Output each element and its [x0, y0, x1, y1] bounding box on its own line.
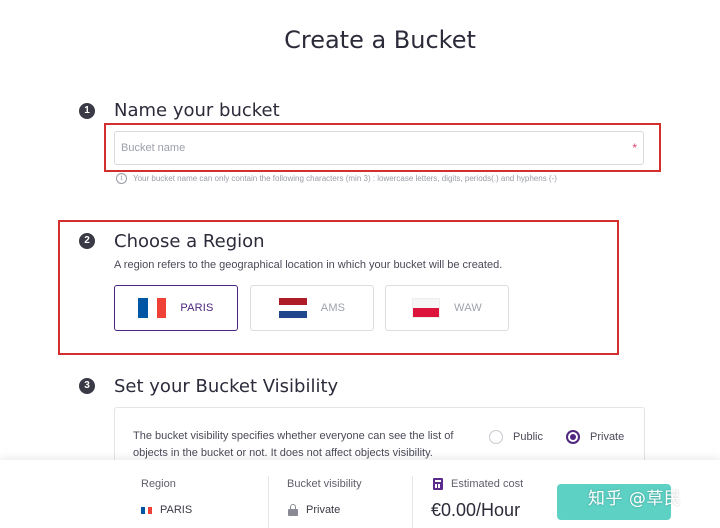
lock-icon [288, 504, 298, 516]
france-flag-icon [141, 506, 153, 514]
region-description: A region refers to the geographical loca… [114, 259, 503, 271]
region-option-waw[interactable]: WAW [385, 285, 509, 331]
summary-region-label: Region [141, 478, 176, 490]
private-radio[interactable] [566, 430, 580, 444]
visibility-option-public[interactable]: Public [489, 430, 543, 444]
summary-cost-label: Estimated cost [433, 478, 523, 490]
summary-visibility-value: Private [288, 504, 340, 516]
page-title: Create a Bucket [284, 26, 476, 54]
summary-region-text: PARIS [160, 504, 193, 516]
summary-cost-label-text: Estimated cost [451, 478, 524, 490]
france-flag-icon [138, 298, 167, 318]
summary-visibility-text: Private [306, 504, 341, 516]
netherlands-flag-icon [278, 298, 307, 318]
footer-divider [268, 476, 269, 528]
bucket-name-input[interactable] [115, 132, 643, 164]
region-option-label: AMS [320, 302, 346, 314]
info-icon: i [116, 173, 127, 184]
required-marker: * [632, 141, 637, 155]
footer-divider [412, 476, 413, 528]
visibility-description: The bucket visibility specifies whether … [133, 430, 454, 459]
step-1-title: Name your bucket [114, 100, 280, 121]
region-option-label: PARIS [180, 302, 214, 314]
summary-visibility-label: Bucket visibility [287, 478, 362, 490]
summary-region-value: PARIS [141, 504, 192, 516]
public-radio[interactable] [489, 430, 503, 444]
calculator-icon [433, 478, 443, 490]
bucket-name-hint: i Your bucket name can only contain the … [116, 173, 557, 184]
watermark-text: 知乎 @草民 [588, 489, 682, 509]
step-1-badge: 1 [79, 103, 95, 119]
step-3-title: Set your Bucket Visibility [114, 376, 339, 397]
region-option-paris[interactable]: PARIS [114, 285, 238, 331]
bucket-name-hint-text: Your bucket name can only contain the fo… [133, 174, 557, 183]
summary-cost-value: €0.00/Hour [431, 500, 521, 520]
public-radio-label: Public [513, 431, 543, 443]
region-option-ams[interactable]: AMS [250, 285, 374, 331]
visibility-option-private[interactable]: Private [566, 430, 624, 444]
visibility-panel: The bucket visibility specifies whether … [114, 407, 645, 467]
poland-flag-icon [412, 298, 441, 318]
step-3-badge: 3 [79, 378, 95, 394]
bucket-name-field[interactable]: * [114, 131, 644, 165]
region-option-label: WAW [454, 302, 482, 314]
private-radio-label: Private [590, 431, 625, 443]
